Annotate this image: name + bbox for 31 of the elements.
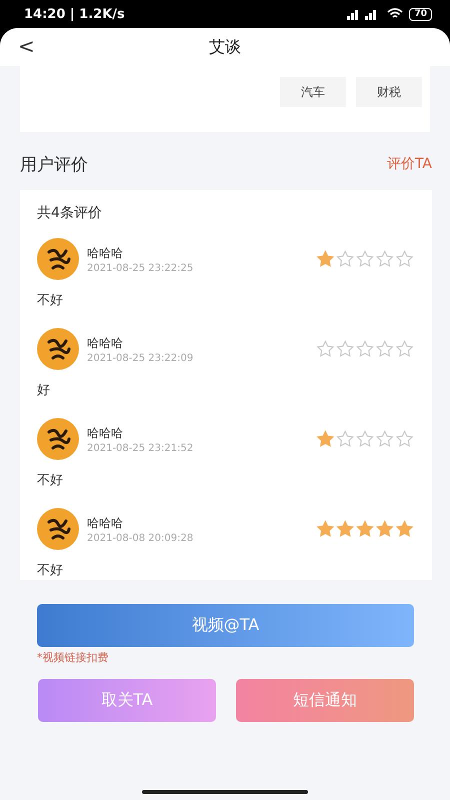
review-text: 好 [37, 382, 51, 399]
review-count: 共4条评价 [37, 204, 103, 222]
tag[interactable]: 财税 [356, 77, 422, 107]
reviewer-name: 哈哈哈 [87, 334, 124, 352]
review-time: 2021-08-25 23:21:52 [87, 442, 194, 454]
review-time: 2021-08-08 20:09:28 [87, 532, 194, 544]
avatar-icon [37, 418, 79, 460]
reviewer-name: 哈哈哈 [87, 244, 124, 262]
back-button[interactable]: < [14, 34, 39, 58]
review-time: 2021-08-25 23:22:09 [87, 352, 194, 364]
home-indicator[interactable] [142, 790, 308, 794]
avatar-icon [37, 238, 79, 280]
reviewer-name: 哈哈哈 [87, 424, 124, 442]
wifi-icon [387, 8, 404, 20]
section-title: 用户评价 [20, 154, 88, 176]
tag[interactable]: 汽车 [280, 77, 346, 107]
page-title: 艾谈 [209, 36, 241, 58]
review-text: 不好 [37, 292, 64, 309]
review-time: 2021-08-25 23:22:25 [87, 262, 194, 274]
unfollow-button[interactable]: 取关TA [38, 679, 216, 722]
video-button[interactable]: 视频@TA [37, 604, 414, 647]
review-text: 不好 [37, 562, 64, 579]
avatar-icon [37, 328, 79, 370]
fee-note: *视频链接扣费 [37, 650, 110, 665]
avatar-icon [37, 508, 79, 550]
sms-button[interactable]: 短信通知 [236, 679, 414, 722]
reviewer-name: 哈哈哈 [87, 514, 124, 532]
rate-link[interactable]: 评价TA [386, 155, 432, 173]
battery-level: 70 [409, 8, 432, 20]
status-time: 14:20 | 1.2K/s [24, 6, 125, 22]
review-text: 不好 [37, 472, 64, 489]
